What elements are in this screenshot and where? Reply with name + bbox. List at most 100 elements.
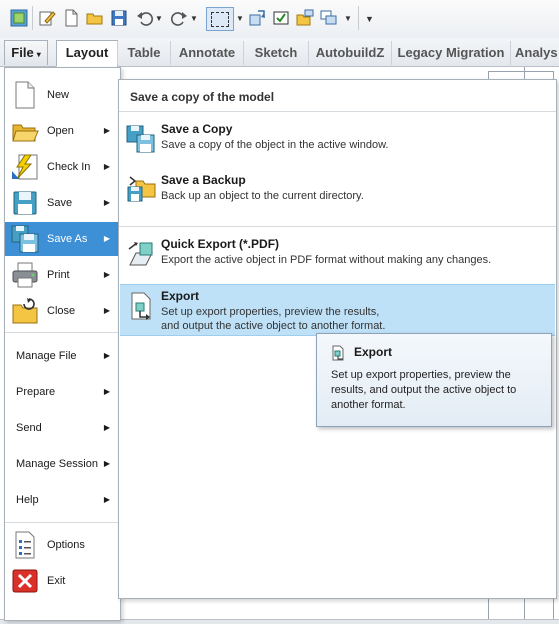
menu-divider <box>119 111 556 112</box>
submenu-arrow-icon: ▶ <box>103 234 110 243</box>
export-option[interactable]: Export Set up export properties, preview… <box>120 284 555 336</box>
new-document-icon <box>15 81 35 109</box>
file-menu-label: Check In <box>47 161 91 173</box>
file-tab-label: File <box>11 45 34 60</box>
save-disk-icon <box>13 191 37 215</box>
ribbon-tab-bar: File ▾ Layout Table Annotate Sketch Autob… <box>0 38 559 67</box>
file-menu-label: Open <box>47 125 74 137</box>
option-title: Save a Copy <box>161 122 233 136</box>
submenu-arrow-icon: ▶ <box>103 351 110 360</box>
file-tab[interactable]: File ▾ <box>4 40 48 65</box>
submenu-arrow-icon: ▶ <box>103 387 110 396</box>
file-dropdown-icon: ▾ <box>36 50 41 59</box>
tab-legacy-migration[interactable]: Legacy Migration <box>391 41 510 65</box>
file-menu-label: Manage File <box>16 350 77 362</box>
quick-export-pdf-option[interactable]: Quick Export (*.PDF) Export the active o… <box>120 233 555 281</box>
file-menu-label: Send <box>16 422 42 434</box>
save-backup-icon <box>127 176 156 202</box>
tab-autobuildz[interactable]: AutobuildZ <box>308 41 391 65</box>
undo-icon[interactable] <box>136 9 154 27</box>
redo-dropdown-icon[interactable]: ▼ <box>190 14 198 23</box>
export-icon <box>332 345 344 361</box>
option-title: Save a Backup <box>161 173 246 187</box>
close-folder-icon <box>12 298 38 324</box>
save-a-copy-option[interactable]: Save a Copy Save a copy of the object in… <box>120 118 555 166</box>
file-menu-item-prepare[interactable]: Prepare ▶ <box>5 374 118 410</box>
open-folder-icon <box>12 124 39 142</box>
export-icon <box>131 292 151 320</box>
window-arrange-icon[interactable] <box>320 9 338 27</box>
file-menu-label: Manage Session <box>16 458 98 470</box>
window-dropdown-icon[interactable]: ▼ <box>344 14 352 23</box>
submenu-arrow-icon: ▶ <box>103 126 110 135</box>
exit-x-icon <box>12 569 38 593</box>
selection-dropdown-icon[interactable]: ▼ <box>236 14 244 23</box>
folder-window-icon[interactable] <box>296 9 314 27</box>
file-menu-item-print[interactable]: Print ▶ <box>5 258 118 292</box>
option-description: Save a copy of the object in the active … <box>161 139 389 151</box>
regenerate-icon[interactable] <box>248 9 266 27</box>
printer-icon <box>12 262 38 288</box>
file-menu-item-manage-session[interactable]: Manage Session ▶ <box>5 446 118 482</box>
open-icon[interactable] <box>86 9 104 27</box>
tooltip-description: Set up export properties, preview the re… <box>331 369 517 411</box>
export-tooltip: Export Set up export properties, preview… <box>316 333 552 427</box>
tab-annotate[interactable]: Annotate <box>170 41 243 65</box>
file-menu-item-open[interactable]: Open ▶ <box>5 114 118 148</box>
file-menu-item-exit[interactable]: Exit <box>5 564 118 598</box>
file-menu-item-new[interactable]: New <box>5 78 118 112</box>
redo-icon[interactable] <box>170 9 188 27</box>
submenu-arrow-icon: ▶ <box>103 162 110 171</box>
customize-toolbar-icon[interactable]: ▼ <box>365 14 374 24</box>
file-menu-label: Prepare <box>16 386 56 398</box>
quick-access-toolbar: ▼ ▼ ▼ ▼ ▼ <box>0 0 559 39</box>
submenu-heading: Save a copy of the model <box>130 90 275 104</box>
menu-divider <box>5 332 118 333</box>
submenu-arrow-icon: ▶ <box>103 306 110 315</box>
file-menu-item-manage-file[interactable]: Manage File ▶ <box>5 338 118 374</box>
file-menu-label: Options <box>47 539 85 551</box>
edit-icon[interactable] <box>38 9 56 27</box>
menu-divider <box>119 226 556 227</box>
file-menu: New Open ▶ Check In ▶ Save ▶ Save As ▶ P… <box>4 67 121 621</box>
file-menu-label: Close <box>47 305 76 317</box>
file-menu-label: Help <box>16 494 39 506</box>
new-file-icon[interactable] <box>62 9 80 27</box>
tab-analysis[interactable]: Analys <box>510 41 559 65</box>
windows-icon[interactable] <box>272 9 290 27</box>
save-as-icon <box>11 225 39 253</box>
save-a-backup-option[interactable]: Save a Backup Back up an object to the c… <box>120 169 555 217</box>
file-menu-label: Print <box>47 269 70 281</box>
file-menu-label: New <box>47 89 70 101</box>
undo-dropdown-icon[interactable]: ▼ <box>155 14 163 23</box>
file-menu-item-check-in[interactable]: Check In ▶ <box>5 150 118 184</box>
save-icon[interactable] <box>110 9 128 27</box>
file-menu-label: Save <box>47 197 73 209</box>
file-menu-item-help[interactable]: Help ▶ <box>5 482 118 518</box>
submenu-arrow-icon: ▶ <box>103 270 110 279</box>
file-menu-item-save[interactable]: Save ▶ <box>5 186 118 220</box>
file-menu-item-options[interactable]: Options <box>5 528 118 562</box>
file-menu-label: Exit <box>47 575 66 587</box>
submenu-arrow-icon: ▶ <box>103 198 110 207</box>
selection-box[interactable] <box>206 7 234 31</box>
submenu-arrow-icon: ▶ <box>103 459 110 468</box>
quick-export-icon <box>128 242 153 266</box>
menu-divider <box>5 522 118 523</box>
model-icon[interactable] <box>10 9 28 27</box>
option-description: Export the active object in PDF format w… <box>161 254 492 266</box>
check-in-icon <box>12 154 38 180</box>
file-menu-item-save-as[interactable]: Save As ▶ <box>5 222 118 256</box>
save-copy-icon <box>126 125 155 153</box>
tab-layout[interactable]: Layout <box>56 40 118 67</box>
tab-table[interactable]: Table <box>117 41 170 65</box>
option-title: Export <box>161 289 200 303</box>
file-menu-item-send[interactable]: Send ▶ <box>5 410 118 446</box>
tooltip-title: Export <box>354 345 393 359</box>
file-menu-item-close[interactable]: Close ▶ <box>5 294 118 328</box>
options-list-icon <box>15 531 35 559</box>
option-description: Back up an object to the current directo… <box>161 190 364 202</box>
tab-sketch[interactable]: Sketch <box>243 41 308 65</box>
option-description: Set up export properties, preview the re… <box>161 306 386 332</box>
file-menu-label: Save As <box>47 233 88 245</box>
